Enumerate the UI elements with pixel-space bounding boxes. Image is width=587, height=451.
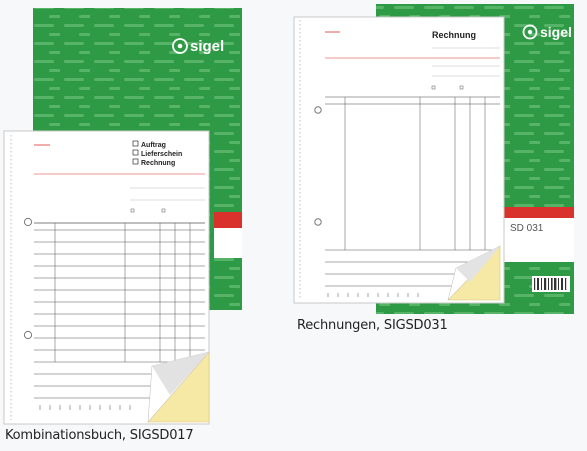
form-title-2: Lieferschein [141,151,182,158]
cover-right-code: SD 031 [510,223,544,234]
invoice-title: Rechnung [432,30,476,40]
product-photo: sigel sigel SD 031 Rechnung Auftrag Lief… [0,0,587,446]
barcode-icon [532,276,570,292]
invoice-form: Rechnung [293,16,505,304]
caption-invoice-book: Rechnungen, SIGSD031 [297,318,448,333]
form-title-3: Rechnung [141,160,175,167]
cover-left-red-label [214,212,242,228]
cover-right-red-band [500,207,574,218]
product-illustration: sigel sigel SD 031 Rechnung Auftrag Lief… [3,4,574,425]
cover-left-white-label [214,228,242,258]
sigel-logo-text: sigel [540,24,572,40]
sigel-logo-text: sigel [190,38,224,55]
caption-combination-book: Kombinationsbuch, SIGSD017 [5,428,194,443]
form-title-1: Auftrag [141,142,166,149]
combination-form: Auftrag Lieferschein Rechnung [3,130,210,425]
